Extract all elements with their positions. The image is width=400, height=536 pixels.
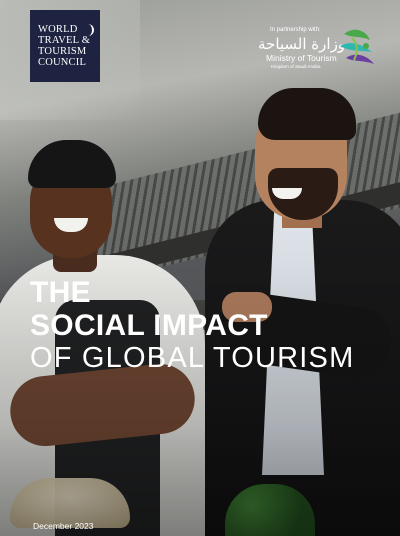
logo-line: TRAVEL &: [38, 35, 91, 46]
logo-line: COUNCIL: [38, 57, 87, 68]
ministry-arabic-name: وزارة السياحة: [258, 35, 346, 53]
publication-date: December 2023: [33, 521, 94, 531]
ministry-name: Ministry of Tourism: [266, 53, 337, 63]
title-line-1: THE: [30, 276, 91, 309]
kingdom-name: Kingdom of Saudi Arabia: [271, 64, 321, 69]
logo-line: TOURISM: [38, 46, 87, 57]
partnership-label: In partnership with:: [270, 27, 321, 33]
title-line-3: OF GLOBAL TOURISM: [30, 342, 355, 374]
report-title: THE SOCIAL IMPACT OF GLOBAL TOURISM: [30, 276, 354, 374]
title-line-2: SOCIAL IMPACT: [30, 309, 268, 342]
saudi-tourism-emblem-icon: [340, 29, 374, 64]
report-cover: WORLD TRAVEL & TOURISM COUNCIL In partne…: [0, 0, 400, 536]
man-hair: [258, 88, 356, 140]
wttc-logo: WORLD TRAVEL & TOURISM COUNCIL: [30, 10, 100, 82]
